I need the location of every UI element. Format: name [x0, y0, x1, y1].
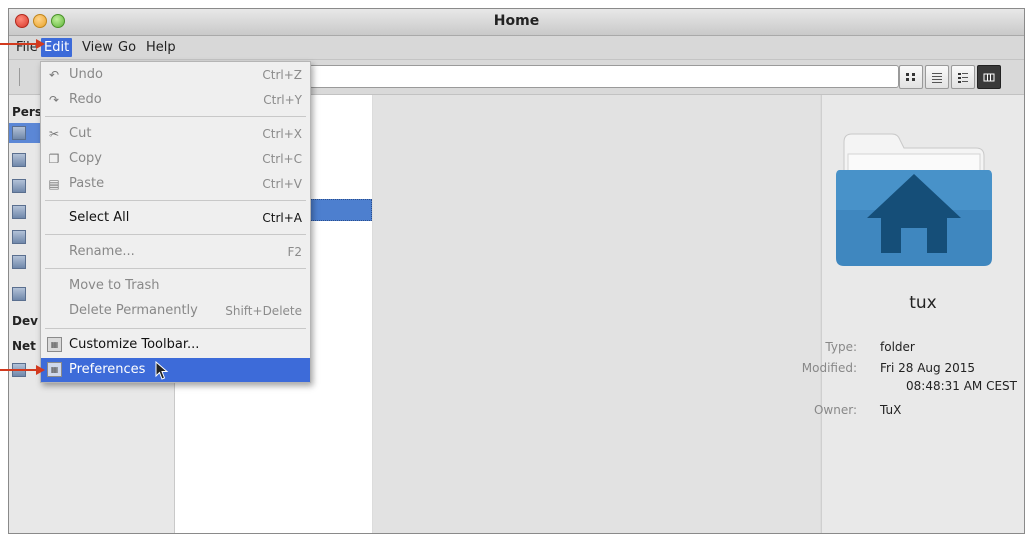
menu-item-copy[interactable]: ❐ Copy Ctrl+C — [41, 147, 310, 171]
type-value: folder — [880, 340, 915, 354]
menu-view[interactable]: View — [79, 38, 116, 57]
trash-icon[interactable] — [12, 287, 26, 301]
icon-view-button[interactable] — [899, 65, 923, 89]
menu-item-rename[interactable]: Rename... F2 — [41, 240, 310, 264]
sidebar-header-devices: Dev — [12, 314, 38, 328]
menu-item-preferences[interactable]: ▦ Preferences — [41, 358, 310, 382]
empty-column-pane — [373, 95, 820, 533]
selected-file-row[interactable] — [305, 199, 372, 221]
folder-icon[interactable] — [12, 205, 26, 219]
grid-icon — [906, 73, 915, 81]
modified-value-time: 08:48:31 AM CEST — [906, 379, 1017, 393]
location-bar[interactable] — [309, 65, 899, 88]
columns-icon — [983, 73, 995, 82]
column-view-button[interactable] — [977, 65, 1001, 89]
menu-item-select-all[interactable]: Select All Ctrl+A — [41, 206, 310, 230]
title-bar: Home — [9, 9, 1024, 36]
preferences-icon: ▦ — [47, 362, 62, 377]
menu-help[interactable]: Help — [143, 38, 179, 57]
menu-separator — [45, 116, 306, 117]
copy-icon: ❐ — [48, 152, 60, 166]
compact-view-button[interactable] — [951, 65, 975, 89]
menu-item-undo[interactable]: ↶ Undo Ctrl+Z — [41, 63, 310, 87]
list-icon — [932, 73, 942, 83]
redo-icon: ↷ — [48, 93, 60, 107]
menu-separator — [45, 200, 306, 201]
sidebar-header-network: Net — [12, 339, 36, 353]
annotation-arrow-icon — [0, 39, 45, 49]
owner-value: TuX — [880, 403, 902, 417]
folder-icon[interactable] — [12, 255, 26, 269]
list-view-button[interactable] — [925, 65, 949, 89]
menu-separator — [45, 234, 306, 235]
menu-item-move-to-trash[interactable]: Move to Trash — [41, 274, 310, 298]
info-panel: tux Type: folder Modified: Fri 28 Aug 20… — [802, 95, 1024, 533]
view-mode-buttons — [899, 65, 1001, 89]
menu-separator — [45, 268, 306, 269]
annotation-arrow-icon — [0, 365, 45, 375]
toolbar-icon: ▦ — [47, 337, 62, 352]
compact-list-icon — [958, 73, 968, 83]
folder-icon[interactable] — [12, 153, 26, 167]
modified-value-date: Fri 28 Aug 2015 — [880, 361, 975, 375]
edit-menu-dropdown: ↶ Undo Ctrl+Z ↷ Redo Ctrl+Y ✂ Cut Ctrl+X… — [40, 61, 311, 383]
paste-icon: ▤ — [48, 177, 60, 191]
scissors-icon: ✂ — [48, 127, 60, 141]
mouse-cursor-icon — [155, 361, 169, 380]
folder-icon[interactable] — [12, 179, 26, 193]
menu-item-paste[interactable]: ▤ Paste Ctrl+V — [41, 172, 310, 196]
menu-go[interactable]: Go — [115, 38, 139, 57]
menu-bar: File Edit View Go Help — [9, 36, 1024, 60]
modified-label: Modified: — [801, 361, 857, 375]
file-name: tux — [909, 293, 937, 313]
sidebar-header-personal: Pers — [12, 105, 42, 119]
owner-label: Owner: — [813, 403, 857, 417]
toolbar-divider — [19, 68, 20, 86]
menu-item-redo[interactable]: ↷ Redo Ctrl+Y — [41, 88, 310, 112]
home-icon[interactable] — [12, 126, 26, 140]
menu-item-delete-permanently[interactable]: Delete Permanently Shift+Delete — [41, 299, 310, 323]
menu-item-customize-toolbar[interactable]: ▦ Customize Toolbar... — [41, 333, 310, 357]
menu-separator — [45, 328, 306, 329]
folder-icon[interactable] — [12, 230, 26, 244]
window-title: Home — [493, 13, 540, 29]
undo-icon: ↶ — [48, 68, 60, 82]
type-label: Type: — [825, 340, 857, 354]
home-folder-icon — [836, 133, 992, 266]
menu-item-cut[interactable]: ✂ Cut Ctrl+X — [41, 122, 310, 146]
